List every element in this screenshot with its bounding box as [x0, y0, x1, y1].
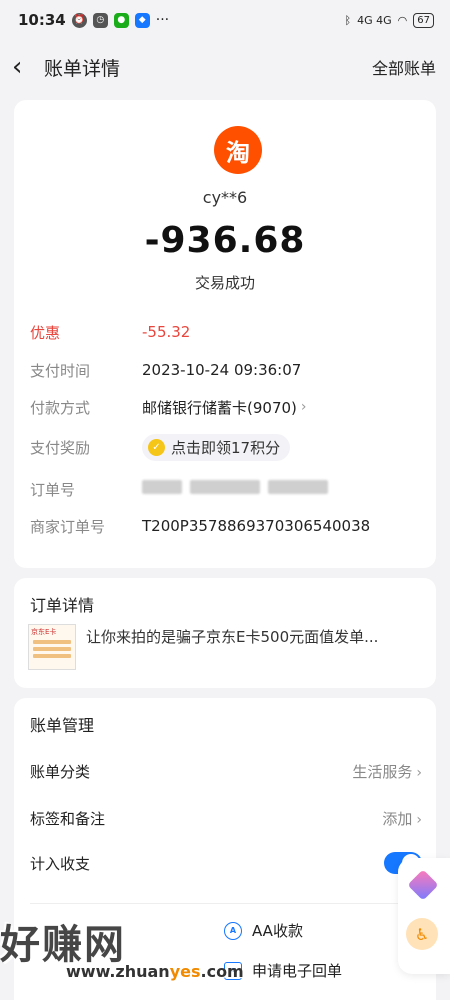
detail-value: T200P3578869370306540038: [142, 517, 371, 535]
transaction-status: 交易成功: [194, 274, 255, 292]
wifi-icon: ◠: [397, 13, 408, 27]
detail-key: 支付奖励: [30, 438, 91, 457]
clock-icon: ◷: [92, 12, 108, 28]
detail-row-reward: 支付奖励 ✓ 点击即领17积分: [30, 432, 420, 462]
claim-points-label: 点击即领17积分: [171, 438, 281, 457]
transaction-card: 淘 cy**6 -936.68 交易成功 优惠 -55.32 支付时间 2023…: [14, 100, 436, 568]
claim-points-button[interactable]: ✓ 点击即领17积分: [142, 433, 291, 461]
taobao-logo-icon: 淘: [214, 126, 262, 174]
accessibility-icon[interactable]: ♿: [406, 918, 438, 950]
back-chevron-icon[interactable]: ‹: [12, 52, 36, 82]
signal-icon: 4G 4G: [357, 13, 392, 27]
detail-key: 订单号: [30, 480, 76, 499]
app-notification-icon: ◆: [134, 12, 150, 28]
chevron-right-icon: ›: [300, 399, 307, 415]
status-time: 10:34: [18, 11, 66, 29]
watermark-url: www.zhuanyes.com: [66, 962, 244, 981]
transaction-amount: -936.68: [144, 220, 306, 261]
divider: [30, 903, 420, 904]
aa-icon: A: [224, 921, 242, 940]
tags-notes-row[interactable]: 标签和备注 添加 ›: [30, 806, 422, 830]
include-in-stats-row: 计入收支: [30, 851, 422, 875]
floating-widget: ♿: [398, 858, 450, 974]
chevron-right-icon: ›: [416, 811, 422, 828]
tags-value: 添加: [382, 809, 413, 828]
battery-indicator: 67: [413, 12, 434, 28]
detail-row-pay-time: 支付时间 2023-10-24 09:36:07: [30, 358, 420, 382]
manage-card-title: 账单管理: [30, 716, 95, 735]
bluetooth-icon: ᛒ: [344, 13, 352, 27]
order-card-title: 订单详情: [30, 596, 95, 615]
detail-key: 支付时间: [30, 361, 91, 380]
detail-key: 优惠: [30, 323, 61, 342]
chevron-right-icon: ›: [416, 764, 422, 781]
nav-header: ‹ 账单详情 全部账单: [0, 40, 450, 94]
thumb-label: 京东E卡: [31, 628, 57, 636]
category-label: 账单分类: [30, 762, 91, 781]
all-bills-link[interactable]: 全部账单: [372, 55, 436, 79]
include-label: 计入收支: [30, 854, 91, 873]
detail-value: 邮储银行储蓄卡(9070): [142, 398, 297, 417]
coin-icon: ✓: [148, 438, 165, 456]
merchant-name: cy**6: [202, 188, 248, 207]
status-bar: 10:34 ⏰ ◷ ● ◆ ··· ᛒ 4G 4G ◠ 67: [0, 0, 450, 40]
alarm-icon: ⏰: [71, 12, 87, 28]
order-card[interactable]: 订单详情 京东E卡 让你来拍的是骗子京东E卡500元面值发单...: [14, 578, 436, 688]
order-description: 让你来拍的是骗子京东E卡500元面值发单...: [86, 628, 379, 646]
aa-collect-button[interactable]: A AA收款: [224, 920, 303, 941]
tags-label: 标签和备注: [30, 809, 106, 828]
detail-value: -55.32: [142, 323, 191, 341]
page-title: 账单详情: [44, 57, 121, 80]
detail-value: 2023-10-24 09:36:07: [142, 361, 302, 379]
status-right: ᛒ 4G 4G ◠ 67: [344, 12, 434, 28]
more-notifications: ···: [155, 12, 170, 28]
detail-row-merchant-order: 商家订单号 T200P3578869370306540038: [30, 514, 420, 538]
category-value: 生活服务: [352, 762, 413, 781]
wechat-icon: ●: [113, 12, 129, 28]
detail-row-order-number: 订单号: [30, 477, 420, 501]
category-row[interactable]: 账单分类 生活服务 ›: [30, 759, 422, 783]
detail-key: 付款方式: [30, 398, 91, 417]
aa-label: AA收款: [252, 922, 303, 940]
detail-key: 商家订单号: [30, 517, 106, 536]
detail-row-payment-method[interactable]: 付款方式 邮储银行储蓄卡(9070) ›: [30, 395, 420, 419]
receipt-label: 申请电子回单: [252, 962, 343, 980]
diamond-icon[interactable]: [407, 869, 439, 901]
order-thumbnail: 京东E卡: [28, 624, 76, 670]
order-number-redacted: [142, 480, 336, 498]
detail-row-discount: 优惠 -55.32: [30, 320, 420, 344]
status-left: 10:34 ⏰ ◷ ● ◆ ···: [18, 11, 169, 29]
